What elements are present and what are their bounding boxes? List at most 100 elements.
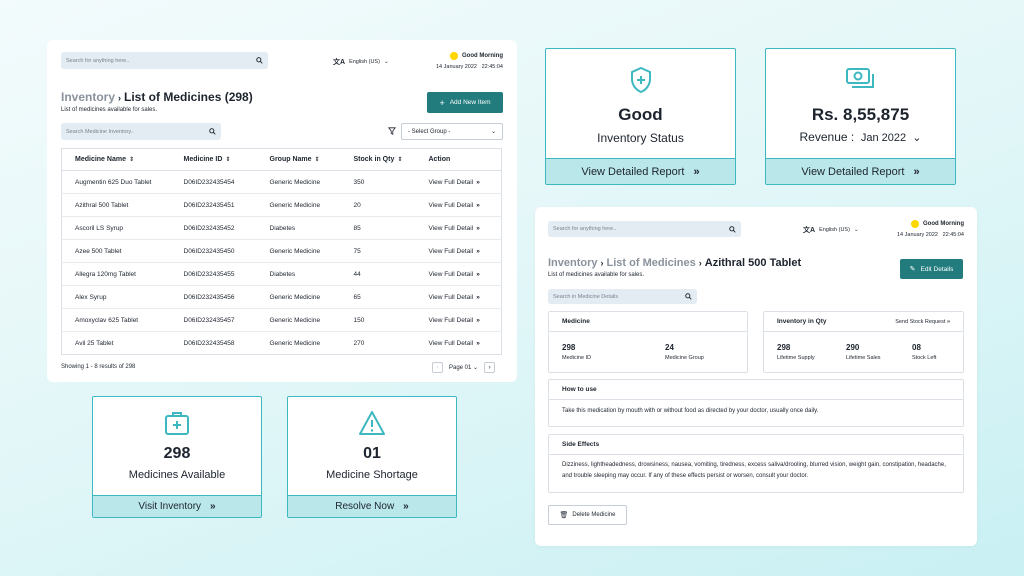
breadcrumb-inventory[interactable]: Inventory [61, 90, 115, 104]
group-name-cell: Diabetes [256, 216, 341, 240]
group-name-cell: Generic Medicine [256, 285, 341, 309]
chevron-down-icon: ⌄ [490, 129, 496, 135]
search-icon [209, 128, 216, 135]
medicine-shortage-card: 01 Medicine Shortage Resolve Now » [287, 396, 457, 518]
view-full-detail-link[interactable]: View Full Detail» [415, 193, 502, 217]
group-name-cell: Generic Medicine [256, 239, 341, 263]
revenue-card: Rs. 8,55,875 Revenue : Jan 2022 ⌄ View D… [765, 48, 956, 185]
breadcrumb-inventory[interactable]: Inventory [548, 257, 598, 269]
medicine-id-cell: D06ID232435455 [170, 262, 257, 286]
column-header-stock[interactable]: Stock in Qty ⇕ [340, 148, 416, 171]
global-search-input[interactable]: Search for anything here.. [548, 221, 741, 237]
stock-qty-cell: 44 [340, 262, 416, 286]
table-row: Alex Syrup D06ID232435456 Generic Medicine… [61, 285, 502, 309]
column-header-id[interactable]: Medicine ID ⇕ [170, 148, 257, 171]
view-full-detail-link[interactable]: View Full Detail» [415, 216, 502, 240]
stock-qty-cell: 150 [340, 308, 416, 332]
group-name-cell: Diabetes [256, 262, 341, 286]
medicine-info-box: Medicine 298 Medicine ID 24 Medicine Group [548, 311, 748, 373]
table-row: Azithral 500 Tablet D06ID232435451 Generic… [61, 193, 502, 217]
detail-search-placeholder: Search in Medicine Details [553, 293, 619, 300]
medicine-search-input[interactable]: Search Medicine Inventory.. [61, 123, 221, 140]
detail-title-text: Azithral 500 Tablet [704, 257, 802, 269]
results-count: Showing 1 - 8 results of 298 [61, 364, 136, 370]
next-page-button[interactable]: › [484, 362, 496, 373]
stock-left-stat: 08 Stock Left [912, 343, 937, 361]
search-icon [685, 293, 692, 300]
view-full-detail-label: View Full Detail [428, 293, 474, 301]
view-full-detail-label: View Full Detail [428, 201, 474, 209]
view-full-detail-link[interactable]: View Full Detail» [415, 262, 502, 286]
language-selector[interactable]: 文A English (US) ⌄ [333, 57, 389, 67]
resolve-now-label: Resolve Now [335, 501, 395, 512]
edit-details-button[interactable]: ✎ Edit Details [900, 259, 963, 279]
table-row: Azee 500 Tablet D06ID232435450 Generic Med… [61, 239, 502, 263]
send-stock-request-link[interactable]: Send Stock Request » [895, 319, 950, 325]
status-report-button[interactable]: View Detailed Report » [546, 158, 735, 184]
stock-qty-cell: 20 [340, 193, 416, 217]
prev-page-button[interactable]: ‹ [432, 362, 443, 373]
view-full-detail-link[interactable]: View Full Detail» [415, 308, 502, 332]
greeting-time: 22:45:04 [481, 64, 503, 70]
greeting-date: 14 January 2022 [436, 64, 477, 70]
view-full-detail-label: View Full Detail [428, 247, 474, 255]
medicines-available-label: Medicines Available [128, 469, 226, 481]
column-header-name[interactable]: Medicine Name ⇕ [61, 148, 171, 171]
search-placeholder: Search for anything here.. [66, 57, 130, 64]
lifetime-sales-stat: 290 Lifetime Sales [846, 343, 881, 361]
global-search-input[interactable]: Search for anything here.. [61, 52, 268, 69]
medicine-id-cell: D06ID232435456 [170, 285, 257, 309]
table-row: Allegra 120mg Tablet D06ID232435455 Diabet… [61, 262, 502, 286]
group-name-cell: Generic Medicine [269, 339, 321, 347]
double-chevron-right-icon: » [476, 178, 480, 186]
page-title-text: List of Medicines (298) [124, 90, 253, 104]
resolve-now-button[interactable]: Resolve Now » [288, 495, 456, 517]
shield-plus-icon [630, 66, 651, 94]
pencil-icon: ✎ [909, 266, 916, 273]
inventory-qty-header: Inventory in Qty Send Stock Request » [764, 312, 963, 332]
visit-inventory-button[interactable]: Visit Inventory » [93, 495, 261, 517]
delete-medicine-button[interactable]: 🗑 Delete Medicine [548, 505, 627, 525]
search-icon [256, 57, 263, 64]
view-full-detail-link[interactable]: View Full Detail» [415, 239, 502, 263]
page-subtitle: List of medicines available for sales. [61, 107, 158, 113]
view-full-detail-link[interactable]: View Full Detail» [415, 170, 502, 194]
translate-icon: 文A [333, 59, 346, 66]
double-chevron-right-icon: » [476, 224, 480, 232]
medical-kit-icon [165, 412, 189, 435]
page-selector[interactable]: Page 01 ⌄ [449, 364, 478, 371]
medicine-name-cell: Allegra 120mg Tablet [61, 262, 171, 286]
stock-qty-cell: 85 [340, 216, 416, 240]
language-label: English (US) [349, 59, 380, 65]
table-header-row: Medicine Name ⇕ Medicine ID ⇕ Group Name ⇕ … [61, 148, 502, 171]
filter-icon[interactable] [388, 127, 396, 135]
table-row: Augmentin 625 Duo Tablet D06ID232435454 Ge… [61, 170, 502, 194]
language-selector[interactable]: 文A English (US) ⌄ [803, 225, 859, 235]
medicine-name-cell: Azithral 500 Tablet [61, 193, 171, 217]
medicine-name-cell: Avil 25 Tablet [75, 339, 114, 347]
medicine-id-cell: D06ID232435452 [170, 216, 257, 240]
detail-search-input[interactable]: Search in Medicine Details [548, 289, 697, 304]
warning-icon [359, 411, 385, 435]
side-effects-header: Side Effects [549, 435, 963, 455]
revenue-report-button[interactable]: View Detailed Report » [766, 158, 955, 184]
inventory-status-label: Inventory Status [597, 131, 684, 145]
double-chevron-right-icon: » [476, 270, 480, 278]
view-full-detail-link[interactable]: View Full Detail» [415, 285, 502, 309]
add-new-item-button[interactable]: + Add New Item [427, 92, 503, 113]
chevron-down-icon: ⌄ [853, 227, 859, 233]
sun-icon [450, 52, 458, 60]
view-full-detail-link[interactable]: View Full Detail» [416, 332, 502, 355]
greeting-text: Good Morning [462, 53, 503, 59]
double-chevron-right-icon: » [476, 339, 480, 347]
revenue-period-select[interactable]: Jan 2022 ⌄ [861, 132, 922, 144]
double-chevron-right-icon: » [693, 165, 700, 178]
group-select[interactable]: - Select Group - ⌄ [401, 123, 503, 140]
view-full-detail-label: View Full Detail [428, 339, 474, 347]
column-header-group[interactable]: Group Name ⇕ [256, 148, 341, 171]
double-chevron-right-icon: » [476, 201, 480, 209]
medicine-id-cell: D06ID232435457 [170, 308, 257, 332]
breadcrumb-list[interactable]: List of Medicines [607, 257, 696, 269]
double-chevron-right-icon: » [913, 165, 920, 178]
page-title: Inventory › List of Medicines (298) [61, 90, 253, 104]
